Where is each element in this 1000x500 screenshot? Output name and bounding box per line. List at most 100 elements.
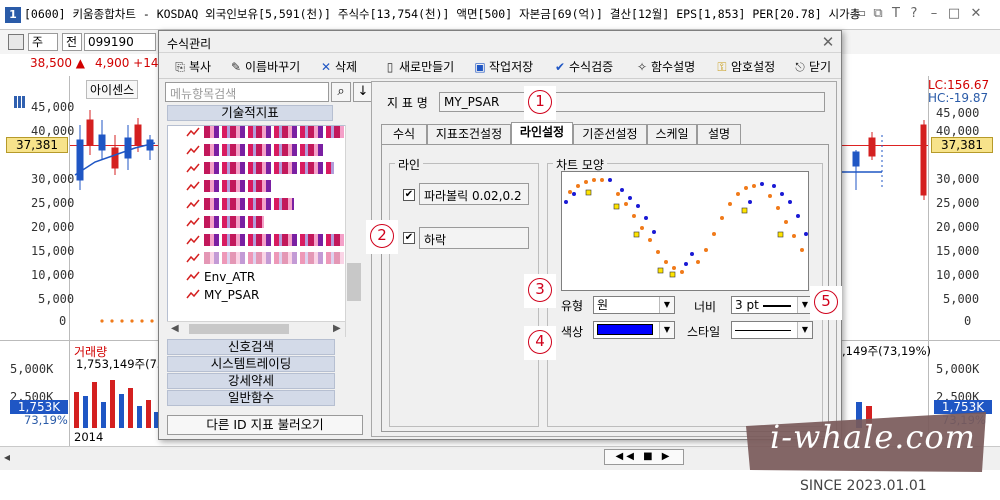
formula-manager-dialog: 수식관리 ✕ ⎘ 복사 ✎ 이름바꾸기 ✕ 삭제 ▯ 새로만들기 ▣ 작업저장 ✔ 수식검증… [158,30,842,440]
stock-code-input[interactable]: 099190 [84,33,156,51]
menu-search-input[interactable]: 메뉴항목검색 [165,82,329,102]
tab-condition[interactable]: 지표조건설정 [427,124,511,144]
line2-checkbox[interactable]: ✔ [403,232,415,244]
y-tick: 15,000 [31,244,75,258]
indicator-icon [186,271,200,281]
width-select[interactable]: 3 pt ▼ [731,296,813,314]
indicator-icon [186,253,200,263]
password-button[interactable]: ⚿ 암호설정 [715,57,775,77]
copy-button[interactable]: ⎘ 복사 [173,57,211,77]
type-select[interactable]: 원 ▼ [593,296,675,314]
color-swatch [597,324,653,335]
close-window-icon[interactable]: ✕ [968,6,984,22]
line2-name-field[interactable]: 하락 [419,227,529,249]
style-select[interactable]: ▼ [731,321,813,339]
tree-item-my-psar[interactable]: MY_PSAR [186,288,259,305]
tab-scale[interactable]: 스케일 [647,124,697,144]
current-price-tag-right: 37,381 [931,137,993,153]
chart-type-icon[interactable] [8,34,24,50]
new-button[interactable]: ▯ 새로만들기 [383,57,455,77]
maximize-icon[interactable]: □ [946,6,962,22]
annotation-badge-5: 5 [814,290,838,314]
tab-formula[interactable]: 수식 [381,124,427,144]
function-help-button[interactable]: ✧ 함수설명 [635,57,695,77]
tab-line-settings[interactable]: 라인설정 [511,122,573,144]
rename-button[interactable]: ✎ 이름바꾸기 [229,57,300,77]
y-tick-right: 25,000 [936,196,980,210]
indicator-icon [186,127,200,137]
line1-checkbox[interactable]: ✔ [403,189,415,201]
tab-baseline[interactable]: 기준선설정 [573,124,647,144]
y-tick: 25,000 [31,196,75,210]
blurred-item [204,234,344,246]
tree-vertical-scrollbar[interactable] [345,125,363,337]
scroll-left-icon[interactable]: ◂ [4,450,10,464]
tree-hscroll-thumb[interactable] [189,324,289,334]
watermark-since: SINCE 2023.01.01 [800,478,927,494]
function-icon: ✧ [636,60,648,74]
load-other-id-button[interactable]: 다른 ID 지표 불러오기 [167,415,363,435]
style-line-sample [735,330,791,331]
close-button[interactable]: ⎋ 닫기 [793,57,831,77]
current-price-tag: 37,381 [6,137,68,153]
width-line-sample [762,304,791,307]
color-select[interactable]: ▼ [593,321,675,339]
playback-controls[interactable]: ◀◀ ■ ▶ [604,449,684,465]
help-icon[interactable]: ? [906,6,922,22]
indicator-icon [186,181,200,191]
exit-icon: ⎋ [795,60,805,74]
y-tick: 10,000 [31,268,75,282]
style-label: 스타일 [687,325,721,339]
hc-label: HC:-19.87 [928,91,989,105]
market-select[interactable]: 전 [62,33,82,51]
volume-pct: 73,19% [24,413,68,427]
indicator-icon[interactable] [14,96,26,108]
minimize-window-icon[interactable]: ▭ [852,6,868,22]
category-general-function[interactable]: 일반함수 [167,390,335,406]
category-bull-bear[interactable]: 강세약세 [167,373,335,389]
tree-item[interactable] [186,144,324,161]
category-system-trading[interactable]: 시스템트레이딩 [167,356,335,372]
color-label: 색상 [561,325,584,339]
indicator-icon [186,199,200,209]
tree-item[interactable] [186,126,344,143]
arrow-down-icon[interactable]: ↓ [353,82,373,102]
tree-scroll-thumb[interactable] [347,263,361,301]
indicator-icon [186,217,200,227]
indicator-tree[interactable]: Env_ATR MY_PSAR [167,125,363,337]
tree-item-env-atr[interactable]: Env_ATR [186,270,255,287]
restore-window-icon[interactable]: ⧉ [870,6,886,22]
blurred-item [204,162,334,174]
category-technical[interactable]: 기술적지표 [167,105,333,121]
y-tick: 30,000 [31,172,75,186]
indicator-name-field[interactable]: MY_PSAR [439,92,825,112]
delete-icon: ✕ [320,60,332,74]
minimize-icon[interactable]: – [926,6,942,22]
search-icon[interactable]: ⌕ [331,82,351,102]
tab-description[interactable]: 설명 [697,124,741,144]
period-select[interactable]: 주 [28,33,58,51]
window-title: [0600] 키움종합차트 - KOSDAQ 외국인보유[5,591(천)] 주… [24,7,860,21]
tree-item[interactable] [186,234,344,251]
indicator-icon [186,235,200,245]
save-button[interactable]: ▣ 작업저장 [473,57,533,77]
tree-item[interactable] [186,198,294,215]
scroll-right-arrow-icon[interactable]: ▶ [333,323,341,334]
rename-icon: ✎ [230,60,242,74]
tree-item[interactable] [186,180,274,197]
y-tick: 0 [59,314,67,328]
tree-item[interactable] [186,216,264,233]
verify-button[interactable]: ✔ 수식검증 [553,57,613,77]
scroll-left-arrow-icon[interactable]: ◀ [171,323,179,334]
dialog-close-icon[interactable]: ✕ [819,33,837,51]
volume-tick-right: 5,000K [936,362,980,376]
line1-name-field[interactable]: 파라볼릭 0.02,0.2 [419,183,529,205]
tree-item[interactable] [186,252,344,269]
category-signal-search[interactable]: 신호검색 [167,339,335,355]
tree-item[interactable] [186,162,334,179]
blurred-item [204,126,344,138]
y-tick-right: 10,000 [936,268,980,282]
delete-button[interactable]: ✕ 삭제 [319,57,357,77]
text-tool-icon[interactable]: T [888,6,904,22]
blurred-item [204,216,264,228]
